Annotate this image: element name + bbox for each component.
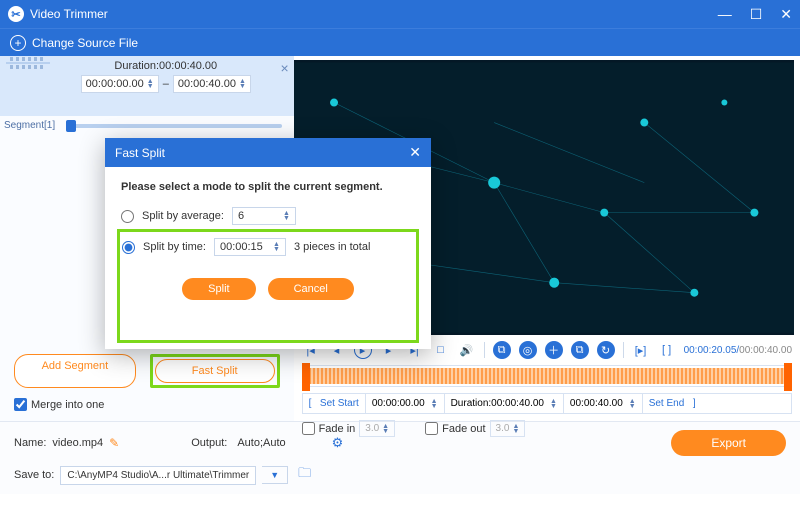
marker-a-button[interactable]: ⧉ <box>493 341 511 359</box>
dash-icon: – <box>163 78 169 90</box>
window-titlebar: ✂ Video Trimmer — ☐ ✕ <box>0 0 800 28</box>
range-duration-input[interactable]: Duration:00:00:40.00▲▼ <box>445 394 564 413</box>
minimize-icon[interactable]: — <box>718 6 732 23</box>
split-average-input[interactable]: 6▲▼ <box>232 207 296 225</box>
dialog-close-icon[interactable]: ✕ <box>409 144 421 161</box>
marker-b-button[interactable]: ⧉ <box>571 341 589 359</box>
player-controls: |◂ ◂ ▸ ▸ ▸| □ 🔊 ⧉ ◎ ＋ ⧉ ↻ [▸] [ ] 00:00:… <box>294 335 800 443</box>
timeline-track[interactable] <box>302 365 792 387</box>
name-label: Name: <box>14 437 46 449</box>
add-segment-button[interactable]: Add Segment <box>14 354 136 388</box>
export-button[interactable]: Export <box>671 430 786 456</box>
merge-checkbox[interactable]: Merge into one <box>14 398 280 411</box>
fast-split-button[interactable]: Fast Split <box>155 359 275 383</box>
remove-segment-icon[interactable]: × <box>276 56 294 116</box>
maximize-icon[interactable]: ☐ <box>750 6 763 23</box>
dialog-prompt: Please select a mode to split the curren… <box>121 181 415 193</box>
dialog-split-button[interactable]: Split <box>182 278 255 300</box>
dialog-title: Fast Split <box>115 146 165 160</box>
plus-circle-icon[interactable]: + <box>10 35 26 51</box>
set-end-button[interactable]: Set End ] <box>643 394 702 413</box>
split-time-input[interactable]: 00:00:15▲▼ <box>214 238 286 256</box>
stop-icon[interactable]: □ <box>432 341 450 359</box>
range-start-input[interactable]: 00:00:00.00▲▼ <box>366 394 445 413</box>
set-start-button[interactable]: [ Set Start <box>303 394 366 413</box>
split-time-result: 3 pieces in total <box>294 241 370 253</box>
split-average-option[interactable]: Split by average: 6▲▼ <box>121 207 415 225</box>
app-title: Video Trimmer <box>30 7 108 21</box>
snapshot-button[interactable]: ◎ <box>519 341 537 359</box>
range-end-input[interactable]: 00:00:40.00▲▼ <box>564 394 643 413</box>
main-toolbar: + Change Source File <box>0 28 800 56</box>
close-icon[interactable]: ✕ <box>780 6 792 23</box>
save-to-label: Save to: <box>14 469 54 481</box>
range-row: [ Set Start 00:00:00.00▲▼ Duration:00:00… <box>302 393 792 414</box>
segment-end-input[interactable]: 00:00:40.00▲▼ <box>173 75 251 93</box>
merge-checkbox-input[interactable] <box>14 398 27 411</box>
segment-index-label: Segment[1] <box>0 116 54 136</box>
output-bar: Name: video.mp4 ✎ Output: Auto;Auto ⚙ Ex… <box>0 421 800 494</box>
split-time-option[interactable]: Split by time: 00:00:15▲▼ 3 pieces in to… <box>122 238 414 256</box>
output-label: Output: <box>191 437 227 449</box>
segment-row[interactable]: Duration:00:00:40.00 00:00:00.00▲▼ – 00:… <box>0 56 294 116</box>
save-path-input[interactable]: C:\AnyMP4 Studio\A...r Ultimate\Trimmer <box>60 466 256 485</box>
change-source-button[interactable]: Change Source File <box>32 36 138 50</box>
save-path-dropdown[interactable]: ▼ <box>262 466 288 484</box>
open-folder-icon[interactable]: 🗀 <box>298 464 311 486</box>
loop-button[interactable]: ↻ <box>597 341 615 359</box>
fast-split-dialog: Fast Split ✕ Please select a mode to spl… <box>105 138 431 349</box>
bracket-in-icon[interactable]: [▸] <box>632 341 650 359</box>
output-settings-icon[interactable]: ⚙ <box>332 435 344 451</box>
segment-slider[interactable] <box>54 116 294 136</box>
name-value: video.mp4 <box>52 437 103 449</box>
segment-start-input[interactable]: 00:00:00.00▲▼ <box>81 75 159 93</box>
volume-icon[interactable]: 🔊 <box>458 341 476 359</box>
app-logo-icon: ✂ <box>8 6 24 22</box>
bracket-out-icon[interactable]: [ ] <box>658 341 676 359</box>
segment-duration-label: Duration:00:00:40.00 <box>62 60 270 72</box>
timecode-display: 00:00:20.05/00:00:40.00 <box>684 345 792 356</box>
segment-thumbnail <box>6 62 50 64</box>
edit-name-icon[interactable]: ✎ <box>109 436 119 450</box>
add-marker-button[interactable]: ＋ <box>545 341 563 359</box>
output-value: Auto;Auto <box>237 437 285 449</box>
dialog-cancel-button[interactable]: Cancel <box>268 278 354 300</box>
